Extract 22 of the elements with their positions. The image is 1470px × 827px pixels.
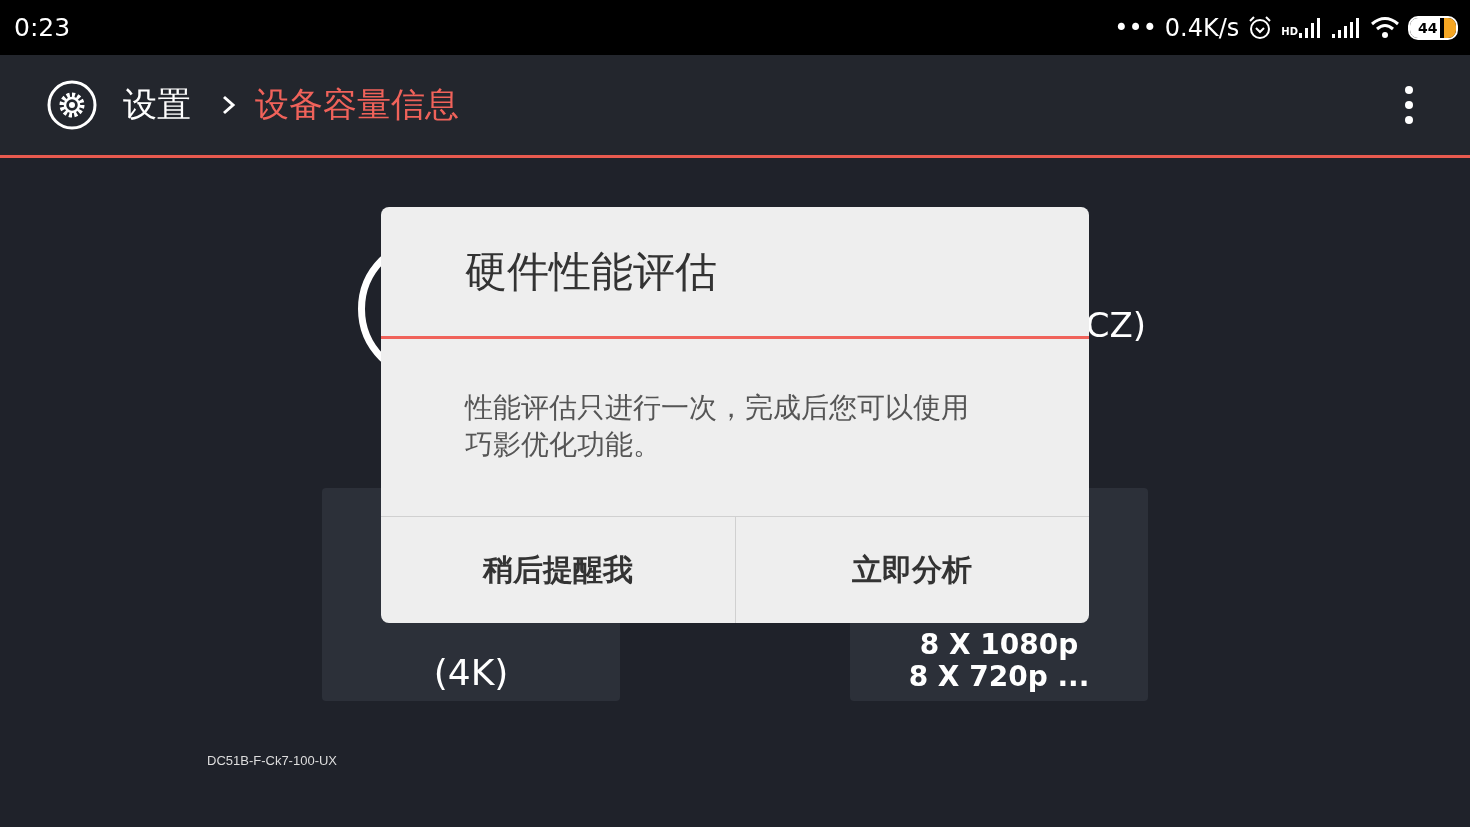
battery-percent: 44 bbox=[1410, 17, 1441, 38]
dialog-message: 性能评估只进行一次，完成后您可以使用巧影优化功能。 bbox=[463, 390, 970, 463]
more-options-icon[interactable] bbox=[1404, 85, 1414, 125]
hd-label: HD bbox=[1281, 25, 1298, 37]
breadcrumb-link[interactable]: 设备容量信息 bbox=[255, 82, 459, 128]
device-code: DC51B-F-Ck7-100-UX bbox=[207, 753, 339, 768]
dialog-button[interactable]: 稍后提醒我 bbox=[381, 517, 735, 623]
wifi-icon bbox=[1370, 15, 1400, 40]
battery-charge-fill bbox=[1444, 17, 1456, 38]
breadcrumb-link[interactable]: 设置 bbox=[123, 82, 191, 128]
status-time: 0:23 bbox=[14, 13, 71, 42]
card-value: 8 X 720p ... bbox=[908, 661, 1090, 693]
chevron-right-icon bbox=[221, 94, 237, 116]
card-value: (4K) bbox=[433, 652, 509, 693]
overflow-dots: ••• bbox=[1114, 13, 1157, 42]
network-speed: 0.4K/s bbox=[1164, 13, 1240, 42]
signal-icon bbox=[1298, 16, 1322, 39]
signal-icon bbox=[1330, 16, 1362, 39]
card-value: 8 X 1080p bbox=[919, 629, 1079, 661]
dialog-title: 硬件性能评估 bbox=[381, 207, 1089, 339]
dialog-button[interactable]: 立即分析 bbox=[734, 517, 1089, 623]
settings-icon[interactable] bbox=[47, 80, 97, 130]
